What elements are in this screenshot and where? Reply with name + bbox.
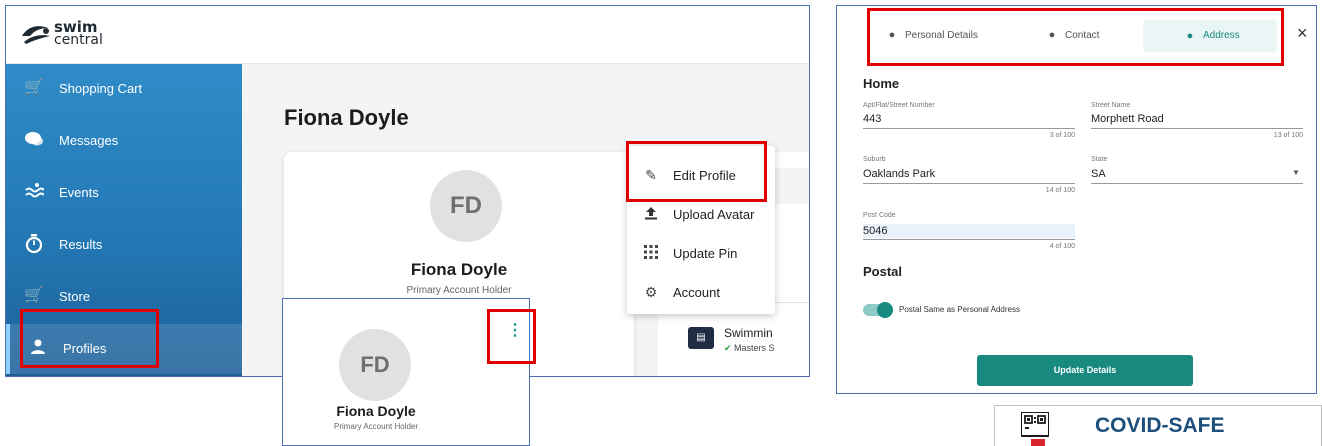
chevron-down-icon[interactable]: ▼ [1292, 168, 1300, 177]
upload-icon [643, 206, 659, 222]
highlight-profiles [20, 309, 159, 368]
field-underline [1091, 183, 1303, 184]
apt-number-field[interactable]: 443 [863, 113, 881, 125]
sidebar-item-messages[interactable]: Messages [6, 116, 242, 166]
profile-role: Primary Account Holder [333, 422, 419, 431]
page-title: Fiona Doyle [284, 105, 409, 130]
postcode-field[interactable]: 5046 [863, 225, 887, 237]
field-label: Street Name [1091, 102, 1131, 109]
menu-item-label: Upload Avatar [673, 207, 755, 222]
sidebar-item-label: Events [59, 185, 99, 200]
street-name-field[interactable]: Morphett Road [1091, 113, 1164, 125]
char-count: 3 of 100 [1049, 132, 1075, 139]
id-card-icon: ▤ [688, 327, 714, 349]
char-count: 13 of 100 [1273, 132, 1303, 139]
sidebar-item-label: Results [59, 237, 103, 252]
menu-item-account[interactable]: ⚙ Account [627, 273, 775, 311]
app-header: swim central [6, 6, 809, 64]
update-details-button[interactable]: Update Details [977, 355, 1193, 386]
field-underline [1091, 128, 1303, 129]
highlight-more-options [487, 309, 536, 364]
field-underline [863, 128, 1075, 129]
membership-status: ✔ Masters S [724, 343, 775, 354]
keypad-icon [643, 245, 659, 261]
gear-icon: ⚙ [644, 284, 658, 300]
sidebar-item-label: Store [59, 289, 91, 304]
menu-item-label: Account [673, 285, 720, 300]
covid-safe-title: COVID-SAFE [1095, 414, 1225, 437]
field-autofill-bg [863, 224, 1075, 238]
sidebar-item-shopping-cart[interactable]: 🛒 Shopping Cart [6, 64, 242, 114]
suburb-field[interactable]: Oaklands Park [863, 168, 935, 180]
field-underline [863, 239, 1075, 240]
profile-role: Primary Account Holder [406, 285, 512, 296]
menu-item-label: Update Pin [673, 246, 738, 261]
highlight-tabs [867, 8, 1284, 66]
sidebar-item-events[interactable]: Events [6, 168, 242, 218]
pool-icon [24, 182, 45, 202]
swimmer-logo-icon [22, 26, 50, 44]
toggle-label: Postal Same as Personal Address [899, 305, 1020, 314]
logo-text-central: central [54, 32, 103, 48]
highlight-edit-profile [626, 141, 767, 202]
check-circle-icon: ✔ [724, 343, 735, 353]
field-label: Post Code [863, 212, 896, 219]
toggle-knob[interactable] [877, 302, 893, 318]
avatar: FD [339, 329, 411, 401]
covid-safe-badge: COVID-SAFE [994, 405, 1322, 446]
store-cart-icon: 🛒 [24, 287, 44, 304]
field-label: Suburb [863, 156, 886, 163]
menu-item-update-pin[interactable]: Update Pin [627, 234, 775, 272]
membership-status-text: Masters S [734, 343, 775, 353]
qr-code-icon [1021, 412, 1049, 446]
stopwatch-icon [24, 234, 44, 254]
sidebar-item-results[interactable]: Results [6, 220, 242, 270]
close-icon[interactable]: × [1297, 24, 1308, 42]
swim-central-logo[interactable]: swim central [20, 16, 130, 52]
chat-icon [24, 130, 44, 150]
postal-heading: Postal [863, 264, 903, 279]
sidebar-item-label: Messages [59, 133, 119, 148]
field-label: State [1091, 156, 1108, 163]
home-heading: Home [863, 76, 900, 91]
char-count: 4 of 100 [1049, 243, 1075, 250]
cart-icon: 🛒 [24, 79, 44, 96]
profile-name: Fiona Doyle [410, 260, 508, 279]
state-select[interactable]: SA [1091, 168, 1106, 180]
profile-name: Fiona Doyle [336, 403, 416, 419]
sidebar-item-label: Shopping Cart [59, 81, 143, 96]
avatar: FD [430, 170, 502, 242]
membership-title: Swimmin [724, 326, 773, 340]
field-underline [863, 183, 1075, 184]
field-label: Apt/Flat/Street Number [863, 102, 935, 109]
char-count: 14 of 100 [1045, 187, 1075, 194]
